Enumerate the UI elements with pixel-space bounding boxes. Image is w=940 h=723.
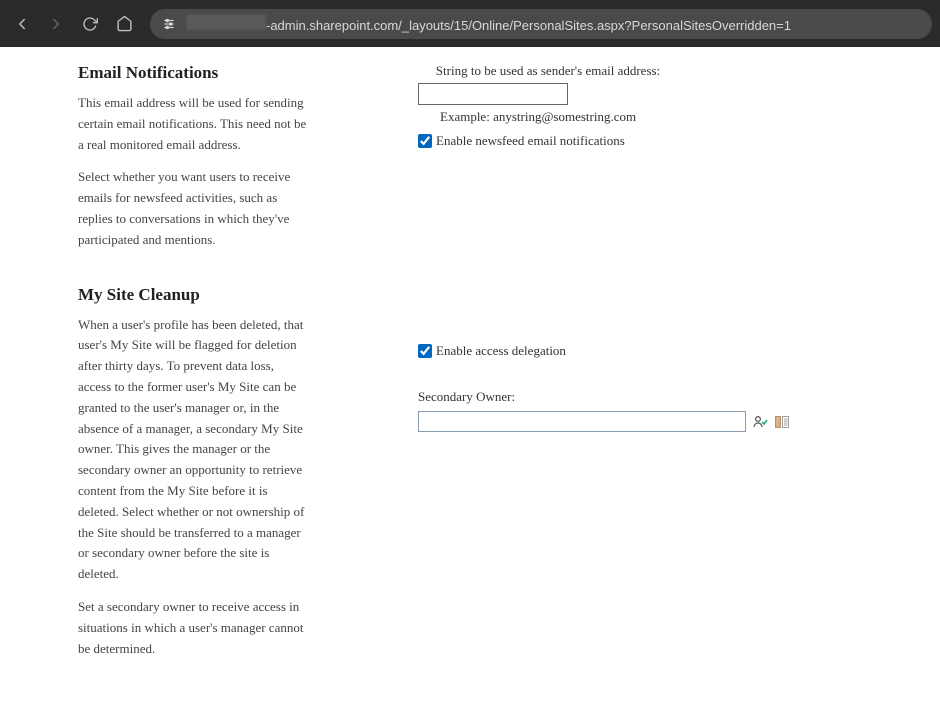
right-column: String to be used as sender's email addr… xyxy=(418,63,862,693)
sender-email-label: String to be used as sender's email addr… xyxy=(418,63,678,79)
reload-button[interactable] xyxy=(76,10,104,38)
page-content: Email Notifications This email address w… xyxy=(0,47,940,723)
browse-people-icon[interactable] xyxy=(774,414,790,430)
url-obscured-prefix xyxy=(186,14,266,30)
email-notifications-title: Email Notifications xyxy=(78,63,378,83)
left-column: Email Notifications This email address w… xyxy=(78,63,378,693)
site-settings-icon[interactable] xyxy=(160,15,178,33)
url-text: -admin.sharepoint.com/_layouts/15/Online… xyxy=(186,14,791,33)
mysite-cleanup-section: My Site Cleanup When a user's profile ha… xyxy=(78,285,378,660)
enable-access-delegation-checkbox[interactable] xyxy=(418,344,432,358)
mysite-cleanup-desc-2: Set a secondary owner to receive access … xyxy=(78,597,308,659)
sender-email-input[interactable] xyxy=(418,83,568,105)
forward-button[interactable] xyxy=(42,10,70,38)
address-bar[interactable]: -admin.sharepoint.com/_layouts/15/Online… xyxy=(150,9,932,39)
enable-access-delegation-label: Enable access delegation xyxy=(436,343,566,359)
sender-email-example: Example: anystring@somestring.com xyxy=(418,109,678,125)
browser-toolbar: -admin.sharepoint.com/_layouts/15/Online… xyxy=(0,0,940,47)
email-notifications-desc-1: This email address will be used for send… xyxy=(78,93,308,155)
mysite-cleanup-title: My Site Cleanup xyxy=(78,285,378,305)
enable-access-delegation-row: Enable access delegation xyxy=(418,343,862,359)
home-button[interactable] xyxy=(110,10,138,38)
back-button[interactable] xyxy=(8,10,36,38)
secondary-owner-label: Secondary Owner: xyxy=(418,389,862,405)
email-notifications-section: Email Notifications This email address w… xyxy=(78,63,378,251)
email-notifications-form: String to be used as sender's email addr… xyxy=(418,63,862,283)
secondary-owner-group: Secondary Owner: xyxy=(418,389,862,432)
mysite-cleanup-desc-1: When a user's profile has been deleted, … xyxy=(78,315,308,585)
mysite-cleanup-form: Enable access delegation Secondary Owner… xyxy=(418,343,862,432)
enable-newsfeed-row: Enable newsfeed email notifications xyxy=(418,133,678,149)
secondary-owner-row xyxy=(418,411,862,432)
email-notifications-desc-2: Select whether you want users to receive… xyxy=(78,167,308,250)
secondary-owner-input[interactable] xyxy=(418,411,746,432)
enable-newsfeed-label: Enable newsfeed email notifications xyxy=(436,133,625,149)
enable-newsfeed-checkbox[interactable] xyxy=(418,134,432,148)
check-names-icon[interactable] xyxy=(752,414,768,430)
